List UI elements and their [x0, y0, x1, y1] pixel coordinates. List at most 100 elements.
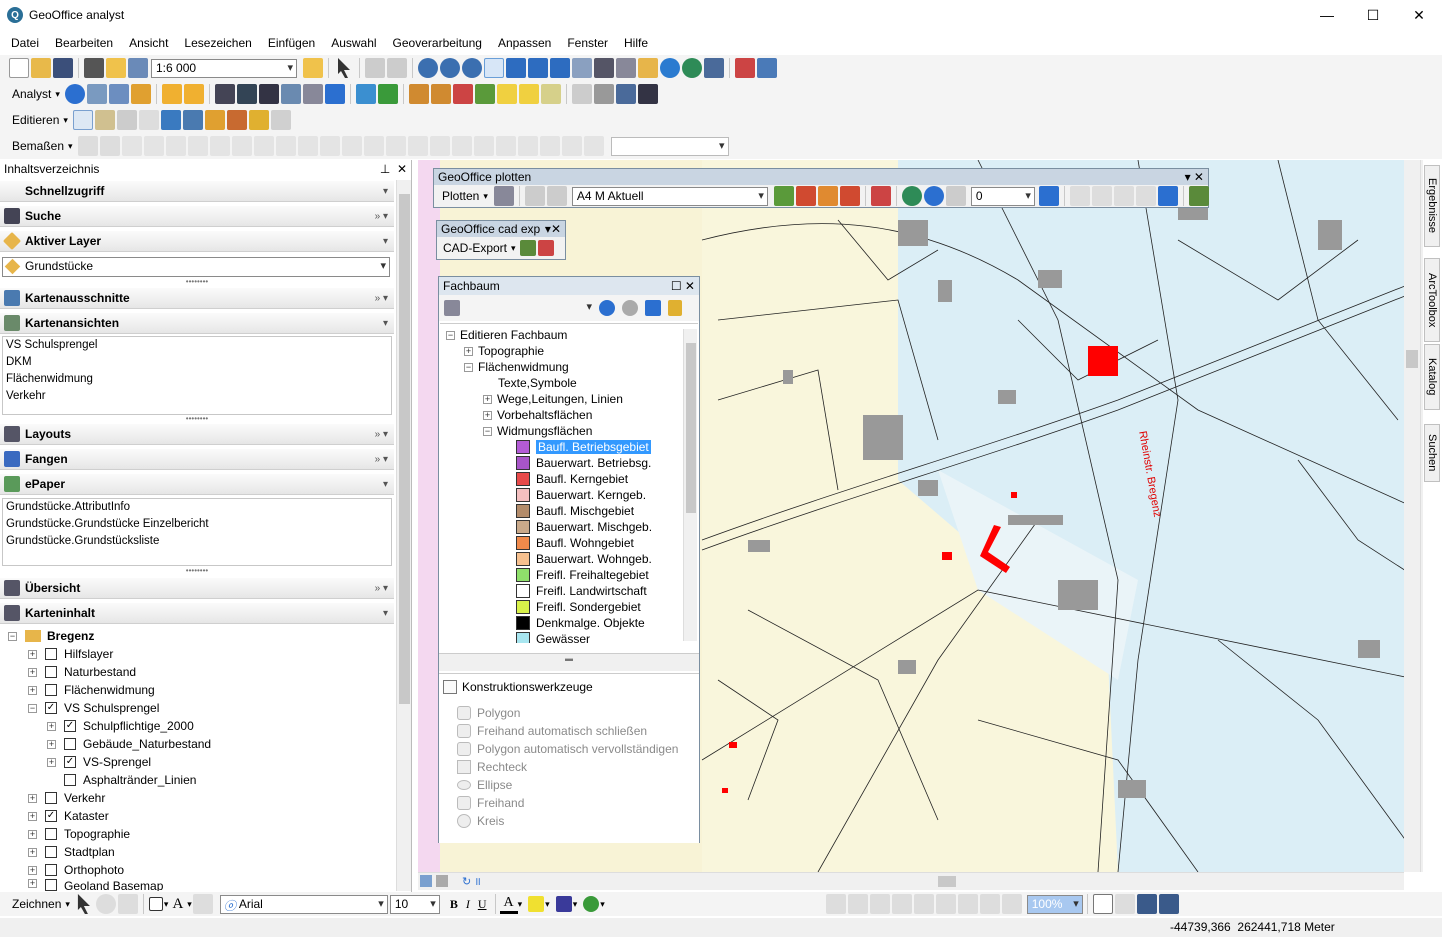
layer-verkehr[interactable]: + Verkehr	[28, 789, 105, 807]
expand-icon[interactable]: +	[483, 394, 492, 404]
editieren-menu[interactable]: Editieren	[8, 113, 63, 127]
layout-back-icon[interactable]	[979, 894, 1000, 914]
zoom-extent-icon[interactable]	[462, 58, 482, 78]
collapse-icon[interactable]: −	[446, 330, 455, 340]
plot-frame3-icon[interactable]	[839, 186, 860, 206]
save-icon[interactable]	[53, 58, 73, 78]
tool-polygon[interactable]: Polygon	[457, 706, 520, 720]
tool-rechteck[interactable]: Rechteck	[457, 760, 527, 774]
filter-icon[interactable]	[444, 300, 460, 316]
layout-fixed-in-icon[interactable]	[935, 894, 956, 914]
cad-export-menu[interactable]: CAD-Export	[439, 241, 511, 255]
dim-12-icon[interactable]	[363, 136, 384, 156]
italic-button[interactable]: I	[462, 897, 474, 912]
widmung-item[interactable]: Bauerwart. Mischgeb.	[516, 519, 652, 535]
maximize-button[interactable]: ☐	[1350, 0, 1396, 30]
attribute-icon[interactable]	[280, 84, 301, 104]
widmung-item[interactable]: Bauerwart. Wohngeb.	[516, 551, 652, 567]
change-layout-icon[interactable]	[1158, 894, 1179, 914]
list-item[interactable]: Grundstücke.Grundstücke Einzelbericht	[3, 516, 391, 533]
stamp-icon[interactable]	[593, 84, 614, 104]
layout-pan-icon[interactable]	[869, 894, 890, 914]
widmung-item[interactable]: Denkmalge. Objekte	[516, 615, 645, 631]
plot-export-icon[interactable]	[1188, 186, 1209, 206]
html-popup-icon[interactable]	[704, 58, 724, 78]
tree-topographie[interactable]: + Topographie	[464, 343, 544, 359]
visibility-checkbox[interactable]	[64, 774, 76, 786]
plot-forward-icon[interactable]	[1038, 186, 1059, 206]
dim-2-icon[interactable]	[143, 136, 164, 156]
visibility-checkbox[interactable]	[45, 828, 57, 840]
plot-scale-icon[interactable]	[1113, 186, 1134, 206]
layout-view-icon[interactable]	[436, 875, 448, 887]
collapse-icon[interactable]: −	[483, 426, 492, 436]
widmung-item[interactable]: Freifl. Sondergebiet	[516, 599, 641, 615]
splitter-grip[interactable]: ••••••••	[0, 278, 394, 286]
select-arrow-icon[interactable]	[77, 894, 90, 914]
section-schnellzugriff[interactable]: Schnellzugriff ▾	[0, 180, 394, 202]
layout-fixed-out-icon[interactable]	[957, 894, 978, 914]
plot-north-icon[interactable]	[1135, 186, 1156, 206]
expand-icon[interactable]: +	[28, 847, 37, 857]
open-icon[interactable]	[31, 58, 51, 78]
menu-datei[interactable]: Datei	[0, 36, 47, 50]
tab-suchen[interactable]: Suchen	[1424, 424, 1440, 482]
section-layouts[interactable]: Layouts» ▾	[0, 423, 394, 445]
layout-100-icon[interactable]	[913, 894, 934, 914]
zoom-in-icon[interactable]	[418, 58, 438, 78]
plotten-title-bar[interactable]: GeoOffice plotten ▾ ✕	[434, 169, 1208, 185]
plot-delete-icon[interactable]	[870, 186, 891, 206]
rotate-icon[interactable]	[270, 110, 291, 130]
expand-icon[interactable]: +	[28, 649, 37, 659]
plot-rotation-combo[interactable]: 0	[970, 186, 1035, 206]
menu-geoverarbeitung[interactable]: Geoverarbeitung	[385, 36, 490, 50]
comment-icon[interactable]	[615, 84, 636, 104]
identify-icon[interactable]	[660, 58, 680, 78]
dim-8-icon[interactable]	[275, 136, 296, 156]
bemassen-menu[interactable]: Bemaßen	[8, 139, 68, 153]
layout-full-icon[interactable]	[891, 894, 912, 914]
menu-auswahl[interactable]: Auswahl	[323, 36, 384, 50]
splitter-grip[interactable]: ▬	[439, 653, 699, 671]
attributes-edit-icon[interactable]	[160, 110, 181, 130]
layout-icon[interactable]	[128, 58, 148, 78]
layout-zoom-in-icon[interactable]	[825, 894, 846, 914]
menu-fenster[interactable]: Fenster	[559, 36, 616, 50]
sketch-icon[interactable]	[94, 110, 115, 130]
font-color-icon[interactable]: A	[499, 895, 518, 914]
tree-texte[interactable]: Texte,Symbole	[498, 375, 577, 391]
fill-color-icon[interactable]	[528, 896, 545, 912]
scrollbar-thumb[interactable]	[938, 876, 956, 887]
section-fangen[interactable]: Fangen» ▾	[0, 448, 394, 470]
new-icon[interactable]	[9, 58, 29, 78]
play-icon[interactable]	[138, 110, 159, 130]
select-elements-icon[interactable]	[638, 58, 658, 78]
dim-22-icon[interactable]	[583, 136, 604, 156]
expand-icon[interactable]: +	[28, 667, 37, 677]
bold-button[interactable]: B	[446, 897, 462, 912]
zoom-out-icon[interactable]	[440, 58, 460, 78]
section-suche[interactable]: Suche» ▾	[0, 205, 394, 227]
sparkle-icon[interactable]	[161, 84, 182, 104]
info-icon[interactable]	[64, 84, 85, 104]
collapse-icon[interactable]: −	[28, 703, 37, 713]
plot-frame2-icon[interactable]	[817, 186, 838, 206]
menu-einfuegen[interactable]: Einfügen	[260, 36, 323, 50]
plot-sync-icon[interactable]	[923, 186, 944, 206]
widmung-item[interactable]: Bauerwart. Kerngeb.	[516, 487, 646, 503]
visibility-checkbox[interactable]	[45, 879, 57, 891]
dim-16-icon[interactable]	[451, 136, 472, 156]
dim-1-icon[interactable]	[121, 136, 142, 156]
refresh-icon[interactable]: ↻ ॥	[462, 874, 481, 889]
switch-layout-icon[interactable]	[1136, 894, 1157, 914]
collapse-icon[interactable]: −	[8, 631, 17, 641]
tree-vorbehalt[interactable]: + Vorbehaltsflächen	[483, 407, 592, 423]
pin-icon[interactable]: ⊥	[380, 162, 390, 176]
widmung-item[interactable]: Bauerwart. Betriebsg.	[516, 455, 651, 471]
expand-icon[interactable]: +	[47, 757, 56, 767]
fixed-zoom-out-icon[interactable]	[528, 58, 548, 78]
measure-icon[interactable]	[735, 58, 755, 78]
cad-title-bar[interactable]: GeoOffice cad exp ▾✕	[437, 221, 565, 237]
label-icon[interactable]	[496, 84, 517, 104]
dim-4-icon[interactable]	[187, 136, 208, 156]
